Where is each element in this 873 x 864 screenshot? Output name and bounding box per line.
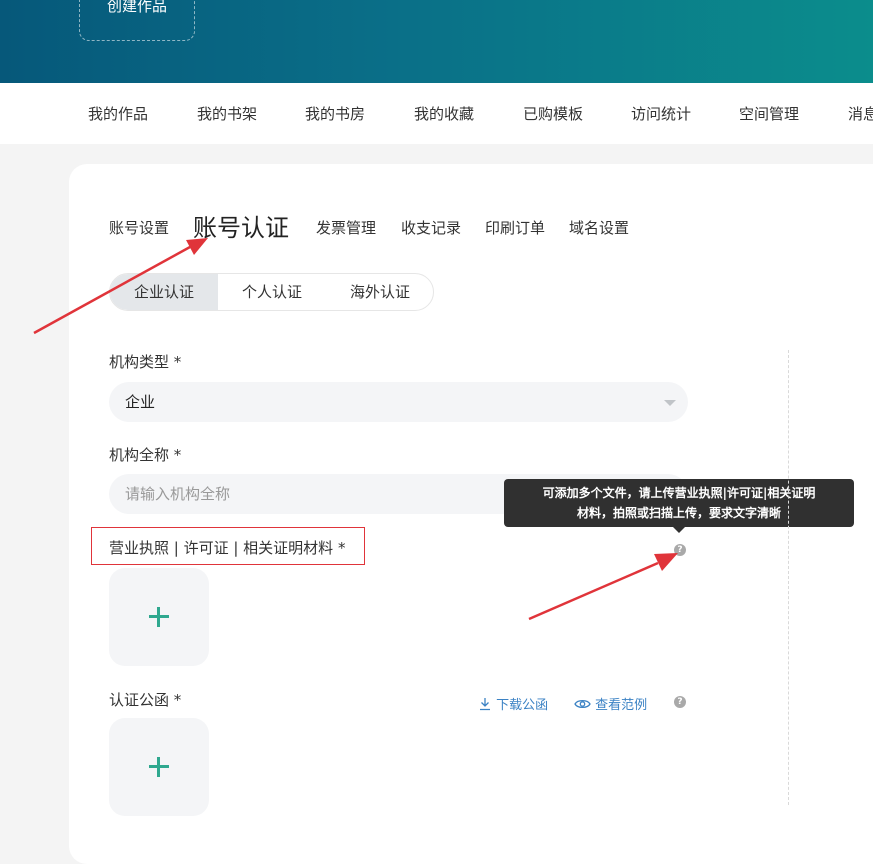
- tab-invoice-management[interactable]: 发票管理: [316, 217, 376, 238]
- tab-domain-settings[interactable]: 域名设置: [569, 217, 629, 238]
- view-example-link[interactable]: 查看范例: [574, 694, 647, 713]
- caret-down-icon: [664, 400, 676, 406]
- nav-item-visit-stats[interactable]: 访问统计: [631, 103, 691, 124]
- nav-item-my-works[interactable]: 我的作品: [88, 103, 148, 124]
- segment-overseas[interactable]: 海外认证: [326, 274, 434, 310]
- tab-income-expense[interactable]: 收支记录: [401, 217, 461, 238]
- download-letter-label: 下载公函: [496, 698, 549, 713]
- org-type-select[interactable]: 企业: [109, 382, 688, 422]
- org-type-label: 机构类型 *: [109, 353, 182, 371]
- download-icon: [480, 698, 490, 711]
- letter-label: 认证公函 *: [109, 691, 182, 709]
- main-nav: 我的作品 我的书架 我的书房 我的收藏 已购模板 访问统计 空间管理 消息: [0, 83, 873, 144]
- header-banner: 创建作品: [0, 0, 873, 83]
- create-work-button[interactable]: 创建作品: [79, 0, 195, 41]
- question-icon[interactable]: ?: [674, 544, 686, 556]
- nav-item-messages[interactable]: 消息: [848, 103, 873, 124]
- org-type-value: 企业: [125, 393, 156, 411]
- eye-icon: [574, 699, 591, 709]
- section-divider: [788, 350, 789, 805]
- nav-item-my-study[interactable]: 我的书房: [305, 103, 365, 124]
- segment-personal[interactable]: 个人认证: [218, 274, 326, 310]
- view-example-label: 查看范例: [595, 698, 648, 713]
- nav-item-purchased-templates[interactable]: 已购模板: [523, 103, 583, 124]
- tab-account-settings[interactable]: 账号设置: [109, 217, 169, 238]
- segment-enterprise[interactable]: 企业认证: [110, 274, 218, 310]
- tab-print-orders[interactable]: 印刷订单: [485, 217, 545, 238]
- nav-item-my-bookshelf[interactable]: 我的书架: [197, 103, 257, 124]
- nav-item-my-favorites[interactable]: 我的收藏: [414, 103, 474, 124]
- license-tooltip: 可添加多个文件，请上传营业执照|许可证|相关证明 材料，拍照或扫描上传，要求文字…: [504, 479, 854, 527]
- verification-type-switch: 企业认证 个人认证 海外认证: [109, 273, 434, 311]
- tab-account-verification[interactable]: 账号认证: [193, 208, 289, 243]
- letter-upload-button[interactable]: [109, 718, 209, 816]
- download-letter-link[interactable]: 下载公函: [478, 694, 548, 713]
- license-label: 营业执照 | 许可证 | 相关证明材料 *: [109, 539, 346, 557]
- tooltip-line-1: 可添加多个文件，请上传营业执照|许可证|相关证明: [542, 486, 816, 500]
- org-name-label: 机构全称 *: [109, 446, 182, 464]
- nav-item-space-management[interactable]: 空间管理: [739, 103, 799, 124]
- license-upload-button[interactable]: [109, 568, 209, 666]
- tooltip-line-2: 材料，拍照或扫描上传，要求文字清晰: [576, 506, 781, 520]
- question-icon[interactable]: ?: [674, 696, 686, 708]
- tooltip-arrow: [673, 527, 685, 533]
